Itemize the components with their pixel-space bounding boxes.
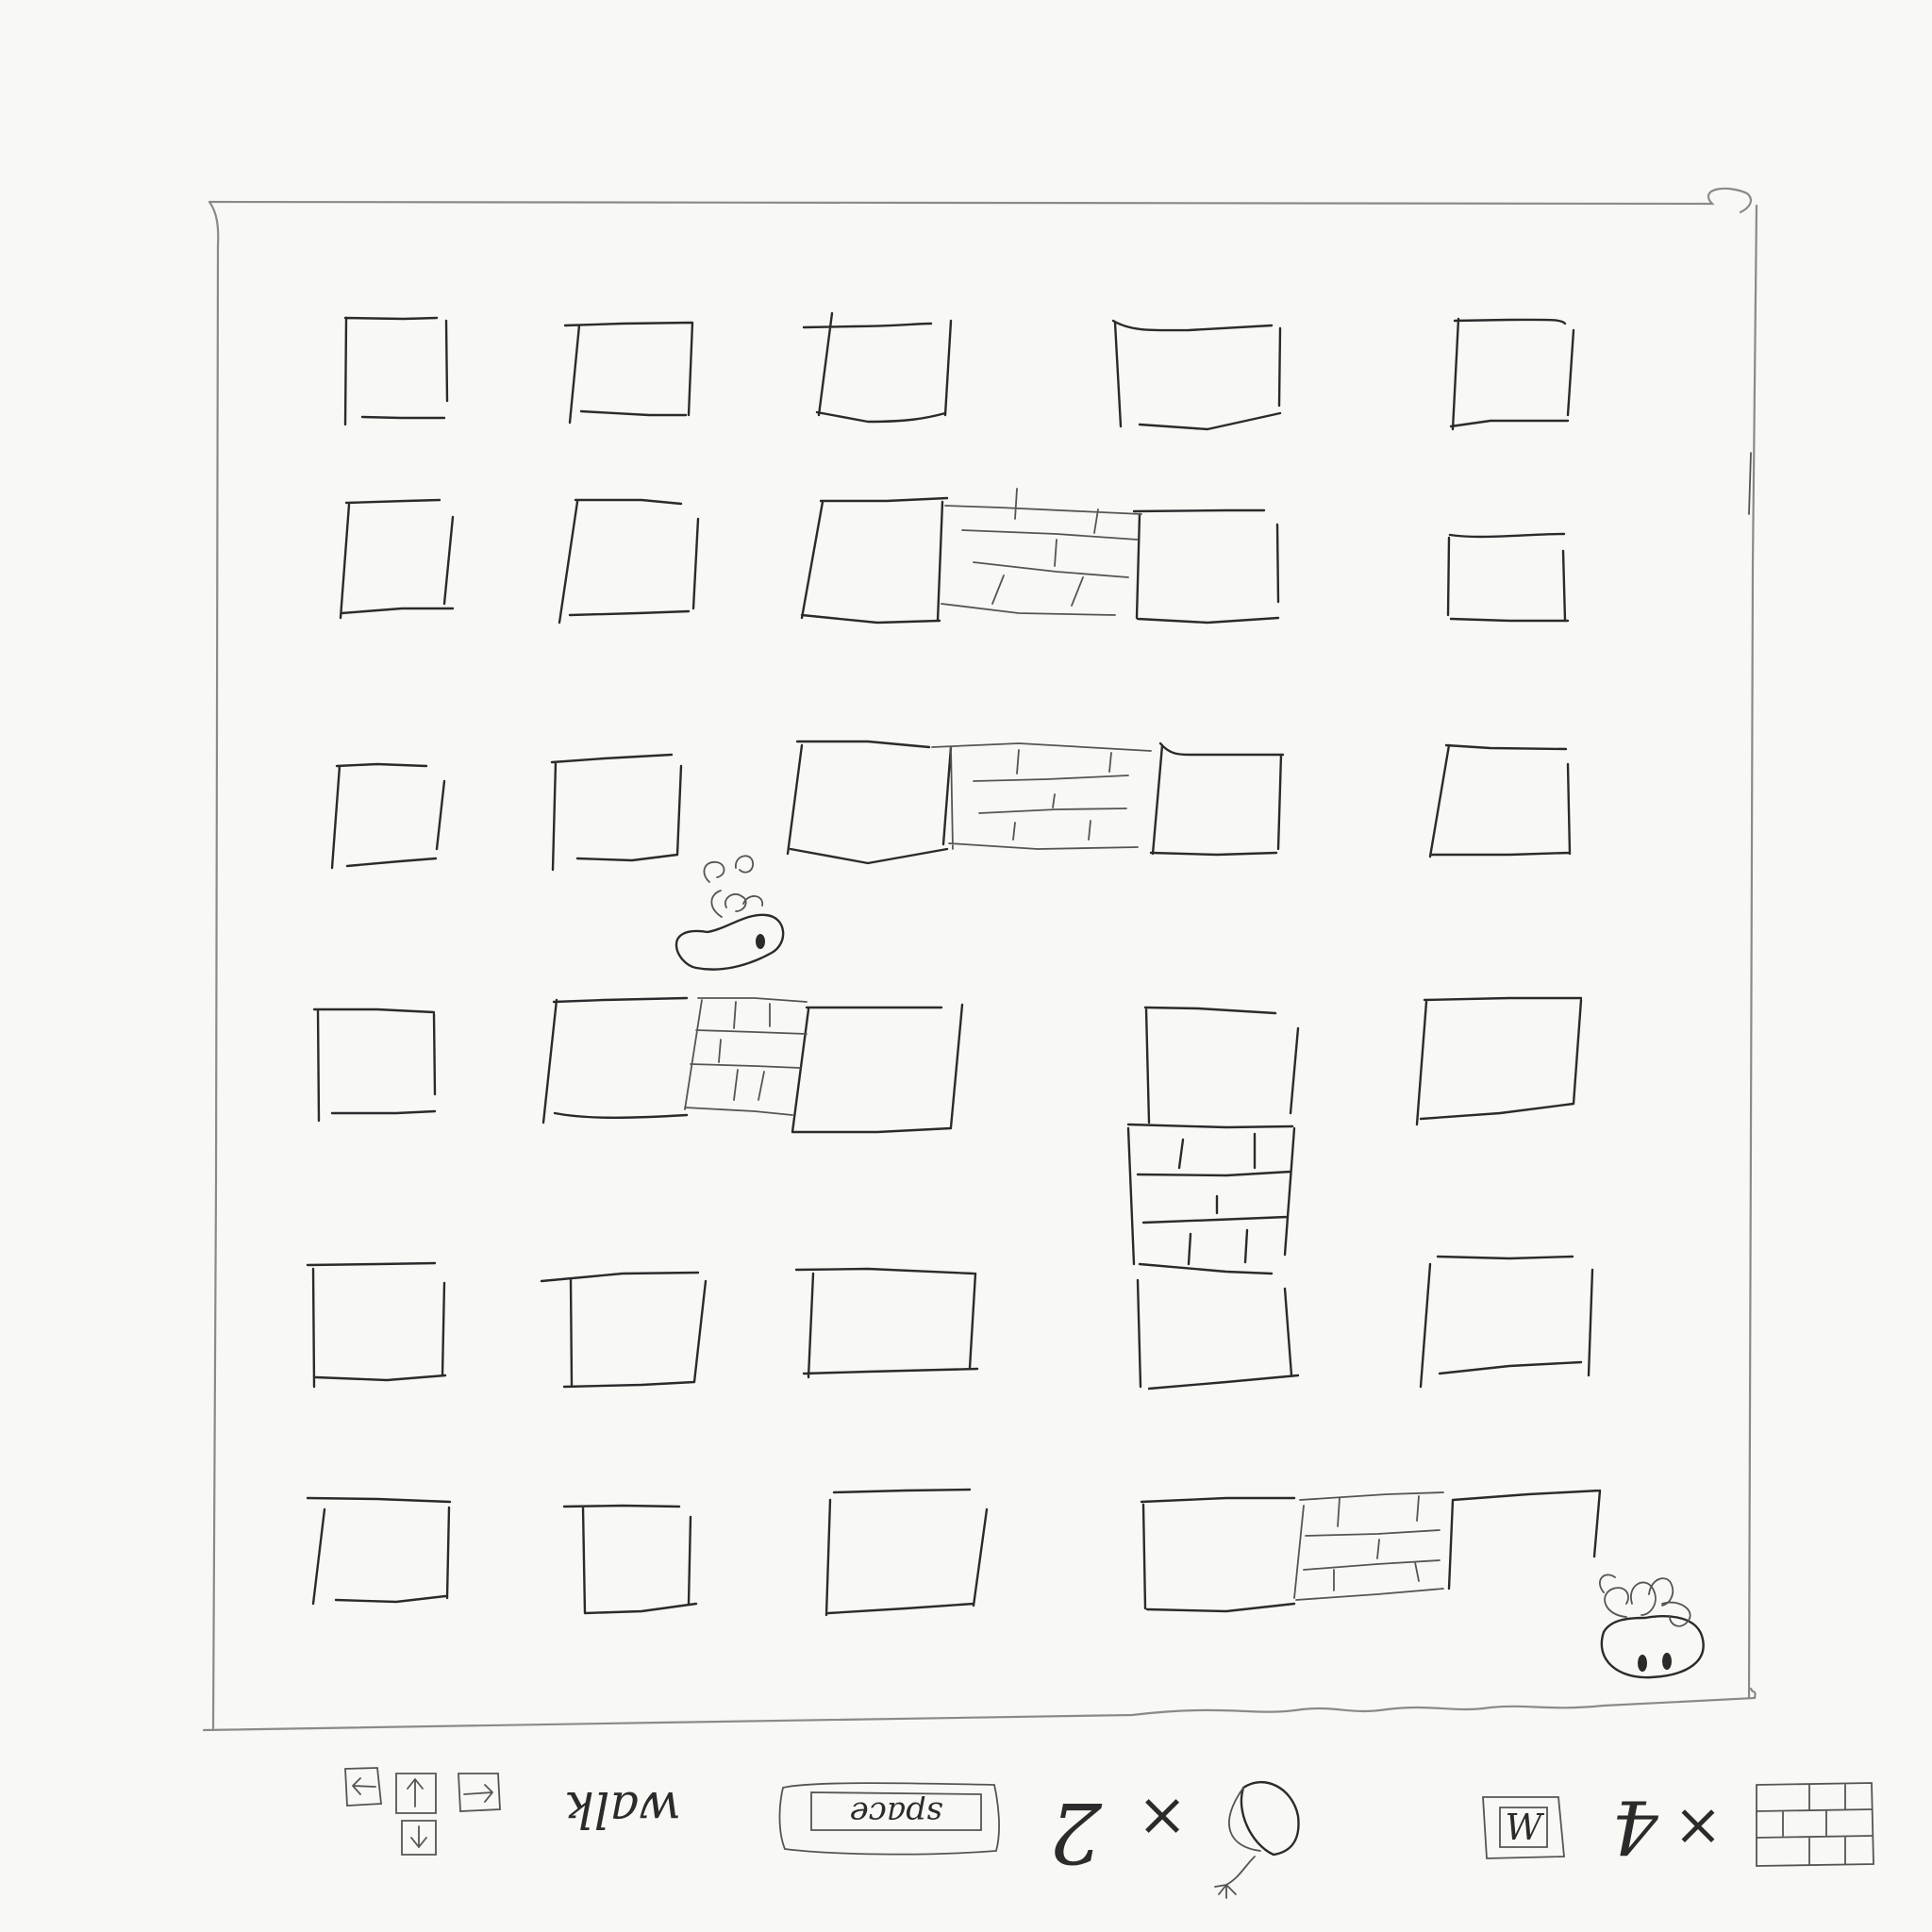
right-arrow-key-icon — [458, 1773, 501, 1812]
pillar — [1428, 743, 1572, 858]
pillar — [343, 316, 449, 426]
pillar — [306, 1261, 447, 1389]
pillar — [1127, 1008, 1298, 1127]
pillar — [1446, 532, 1570, 623]
arrow-keys-walk-legend: walk — [344, 1767, 681, 1856]
pillar — [306, 1496, 452, 1606]
pillar — [794, 1267, 979, 1379]
pillar — [558, 498, 700, 625]
balloon-icon — [1214, 1780, 1300, 1899]
pillar — [1419, 1255, 1594, 1389]
pillar — [1149, 741, 1285, 857]
left-arrow-key-icon — [344, 1767, 382, 1807]
space-key-icon: space — [778, 1782, 1000, 1856]
brick-wall — [1293, 1491, 1444, 1601]
down-arrow-key-icon — [401, 1820, 437, 1856]
pillar — [824, 1488, 989, 1617]
pillar — [562, 1504, 698, 1615]
pillar — [1132, 508, 1280, 625]
enemy-character — [1599, 1574, 1705, 1679]
w-key-label: W — [1505, 1807, 1544, 1848]
pillar — [1140, 1496, 1296, 1613]
game-scene: walk space 2 × W 4 × — [202, 187, 1874, 1899]
pillar — [1447, 1489, 1602, 1591]
space-balloon-legend: space 2 × — [778, 1780, 1300, 1899]
brick-wall — [1126, 1123, 1296, 1275]
pillar — [541, 996, 689, 1124]
pillar — [330, 762, 446, 870]
brick-walls — [684, 488, 1444, 1601]
w-key-bricks-legend: W 4 × — [1482, 1782, 1874, 1869]
brick-wall — [931, 742, 1152, 850]
pillar — [312, 1008, 437, 1123]
pillar — [791, 1003, 964, 1134]
space-key-label: space — [850, 1794, 943, 1832]
player-character — [675, 855, 785, 971]
balloon-count-label: 2 — [1049, 1784, 1103, 1881]
pillar — [802, 311, 953, 424]
w-key-icon: W — [1482, 1796, 1565, 1859]
pillar-grid — [306, 311, 1602, 1617]
balloon-multiply-symbol: × — [1137, 1780, 1188, 1850]
pillar — [339, 498, 455, 620]
brick-icon — [1756, 1782, 1874, 1867]
up-arrow-key-icon — [395, 1773, 437, 1814]
pillar — [1136, 1278, 1300, 1391]
brick-wall — [941, 488, 1142, 616]
pillar — [786, 740, 953, 865]
brick-multiply-symbol: × — [1674, 1790, 1723, 1858]
pillar — [563, 321, 694, 425]
brick-count-label: 4 — [1611, 1784, 1659, 1869]
pillar — [800, 496, 949, 625]
walk-label: walk — [564, 1780, 681, 1837]
pillar — [1449, 317, 1575, 431]
pillar — [540, 1271, 708, 1389]
pillar — [1415, 996, 1583, 1126]
brick-wall — [684, 997, 808, 1116]
pillar — [550, 753, 683, 872]
pillar — [1111, 319, 1282, 431]
